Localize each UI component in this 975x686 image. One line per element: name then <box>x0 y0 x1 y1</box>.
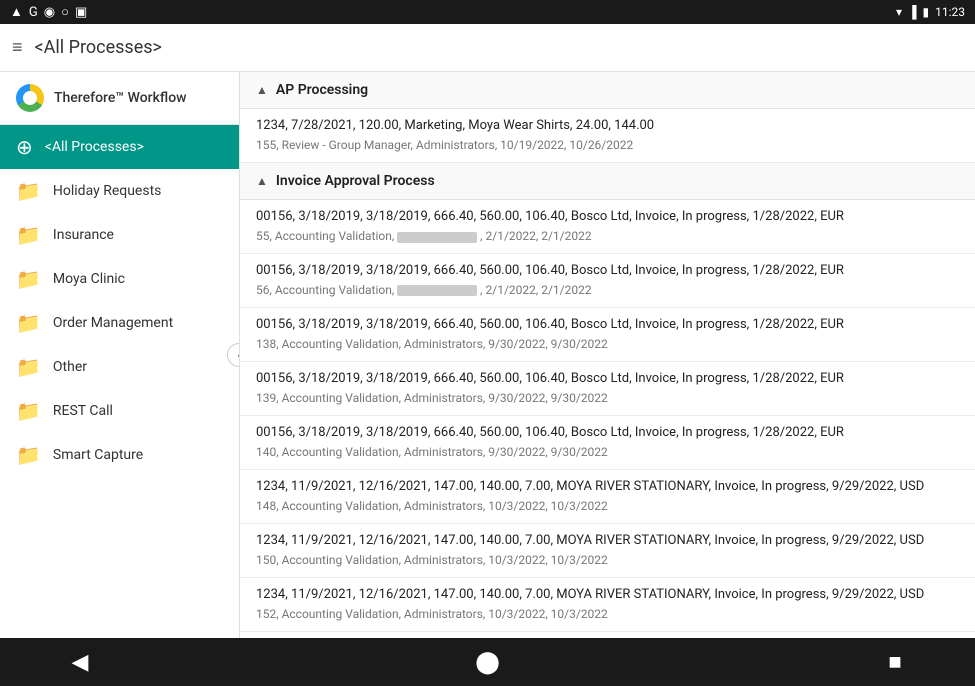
sidebar-item-label-holiday: Holiday Requests <box>53 183 161 199</box>
list-item[interactable]: 1234, 11/9/2021, 12/16/2021, 147.00, 140… <box>240 632 975 638</box>
main-layout: Therefore™ Workflow ⊕ <All Processes> 📁 … <box>0 72 975 638</box>
list-item[interactable]: 1234, 11/9/2021, 12/16/2021, 147.00, 140… <box>240 524 975 578</box>
list-item[interactable]: 1234, 11/9/2021, 12/16/2021, 147.00, 140… <box>240 470 975 524</box>
home-button[interactable]: ⬤ <box>468 642 508 682</box>
sidebar: Therefore™ Workflow ⊕ <All Processes> 📁 … <box>0 72 240 638</box>
list-item-main: 1234, 7/28/2021, 120.00, Marketing, Moya… <box>256 117 959 135</box>
list-item-main: 00156, 3/18/2019, 3/18/2019, 666.40, 560… <box>256 262 959 280</box>
sidebar-item-rest-call[interactable]: 📁 REST Call <box>0 389 239 433</box>
bottom-nav: ◀ ⬤ ■ <box>0 638 975 686</box>
sidebar-app-title: Therefore™ Workflow <box>54 90 187 106</box>
invoice-approval-title: Invoice Approval Process <box>276 173 435 189</box>
list-item-sub: 148, Accounting Validation, Administrato… <box>256 498 959 515</box>
redacted-block <box>397 285 477 296</box>
list-item-sub: 55, Accounting Validation, , 2/1/2022, 2… <box>256 228 959 245</box>
list-item-main: 00156, 3/18/2019, 3/18/2019, 666.40, 560… <box>256 424 959 442</box>
list-item-sub: 152, Accounting Validation, Administrato… <box>256 606 959 623</box>
list-item[interactable]: 00156, 3/18/2019, 3/18/2019, 666.40, 560… <box>240 200 975 254</box>
ap-processing-title: AP Processing <box>276 82 368 98</box>
g-icon: G <box>29 5 38 20</box>
folder-icon-rest-call: 📁 <box>16 399 41 423</box>
status-bar-left-icons: ▲ G ◉ ○ ▣ <box>10 4 87 20</box>
app-container: ≡ <All Processes> Therefore™ Workflow ⊕ … <box>0 24 975 638</box>
list-item-sub: 139, Accounting Validation, Administrato… <box>256 390 959 407</box>
content-area: ▲ AP Processing 1234, 7/28/2021, 120.00,… <box>240 72 975 638</box>
list-item-sub: 138, Accounting Validation, Administrato… <box>256 336 959 353</box>
sidebar-item-all-processes[interactable]: ⊕ <All Processes> <box>0 125 239 169</box>
hamburger-icon[interactable]: ≡ <box>12 37 23 58</box>
sidebar-item-label-moya-clinic: Moya Clinic <box>53 271 125 287</box>
sidebar-item-other[interactable]: 📁 Other <box>0 345 239 389</box>
android-icon: ▲ <box>10 4 23 20</box>
sidebar-item-holiday-requests[interactable]: 📁 Holiday Requests <box>0 169 239 213</box>
sidebar-item-smart-capture[interactable]: 📁 Smart Capture <box>0 433 239 477</box>
battery-icon: ▮ <box>923 5 930 19</box>
notification-icon: ○ <box>61 4 69 20</box>
folder-icon-other: 📁 <box>16 355 41 379</box>
list-item-main: 00156, 3/18/2019, 3/18/2019, 666.40, 560… <box>256 208 959 226</box>
sidebar-item-moya-clinic[interactable]: 📁 Moya Clinic <box>0 257 239 301</box>
back-button[interactable]: ◀ <box>60 642 100 682</box>
app-logo-inner <box>23 91 37 105</box>
invoice-approval-header: ▲ Invoice Approval Process <box>240 163 975 200</box>
ap-collapse-icon[interactable]: ▲ <box>256 83 268 97</box>
wifi-icon: ▾ <box>896 5 902 19</box>
redacted-block <box>397 232 477 243</box>
list-item[interactable]: 1234, 7/28/2021, 120.00, Marketing, Moya… <box>240 109 975 163</box>
sidebar-item-label-other: Other <box>53 359 87 375</box>
list-item[interactable]: 00156, 3/18/2019, 3/18/2019, 666.40, 560… <box>240 362 975 416</box>
sidebar-item-insurance[interactable]: 📁 Insurance <box>0 213 239 257</box>
all-processes-icon: ⊕ <box>16 135 33 159</box>
list-item[interactable]: 00156, 3/18/2019, 3/18/2019, 666.40, 560… <box>240 308 975 362</box>
list-item-sub: 150, Accounting Validation, Administrato… <box>256 552 959 569</box>
folder-icon-insurance: 📁 <box>16 223 41 247</box>
status-bar: ▲ G ◉ ○ ▣ ▾ ▐ ▮ 11:23 <box>0 0 975 24</box>
sd-icon: ▣ <box>75 5 87 20</box>
vpn-icon: ◉ <box>44 5 55 20</box>
list-item-sub: 56, Accounting Validation, , 2/1/2022, 2… <box>256 282 959 299</box>
recents-button[interactable]: ■ <box>875 642 915 682</box>
invoice-collapse-icon[interactable]: ▲ <box>256 174 268 188</box>
app-bar-title: <All Processes> <box>35 37 162 58</box>
sidebar-item-label-order-mgmt: Order Management <box>53 315 173 331</box>
list-item-main: 1234, 11/9/2021, 12/16/2021, 147.00, 140… <box>256 532 959 550</box>
sidebar-item-order-management[interactable]: 📁 Order Management <box>0 301 239 345</box>
list-item-main: 1234, 11/9/2021, 12/16/2021, 147.00, 140… <box>256 478 959 496</box>
list-item-main: 00156, 3/18/2019, 3/18/2019, 666.40, 560… <box>256 370 959 388</box>
list-item-main: 00156, 3/18/2019, 3/18/2019, 666.40, 560… <box>256 316 959 334</box>
list-item[interactable]: 1234, 11/9/2021, 12/16/2021, 147.00, 140… <box>240 578 975 632</box>
app-bar: ≡ <All Processes> <box>0 24 975 72</box>
sidebar-item-label-all-processes: <All Processes> <box>45 139 144 155</box>
list-item-main: 1234, 11/9/2021, 12/16/2021, 147.00, 140… <box>256 586 959 604</box>
sidebar-item-label-smart-capture: Smart Capture <box>53 447 143 463</box>
list-item-sub: 140, Accounting Validation, Administrato… <box>256 444 959 461</box>
status-bar-right-icons: ▾ ▐ ▮ 11:23 <box>896 5 965 19</box>
folder-icon-holiday: 📁 <box>16 179 41 203</box>
list-item[interactable]: 00156, 3/18/2019, 3/18/2019, 666.40, 560… <box>240 254 975 308</box>
signal-icon: ▐ <box>908 5 917 19</box>
folder-icon-smart-capture: 📁 <box>16 443 41 467</box>
folder-icon-moya-clinic: 📁 <box>16 267 41 291</box>
list-item-sub: 155, Review - Group Manager, Administrat… <box>256 137 959 154</box>
sidebar-app-header: Therefore™ Workflow <box>0 72 239 125</box>
sidebar-item-label-insurance: Insurance <box>53 227 114 243</box>
app-logo <box>16 84 44 112</box>
ap-processing-header: ▲ AP Processing <box>240 72 975 109</box>
sidebar-item-label-rest-call: REST Call <box>53 403 113 419</box>
list-item[interactable]: 00156, 3/18/2019, 3/18/2019, 666.40, 560… <box>240 416 975 470</box>
time-display: 11:23 <box>935 5 965 19</box>
folder-icon-order-mgmt: 📁 <box>16 311 41 335</box>
